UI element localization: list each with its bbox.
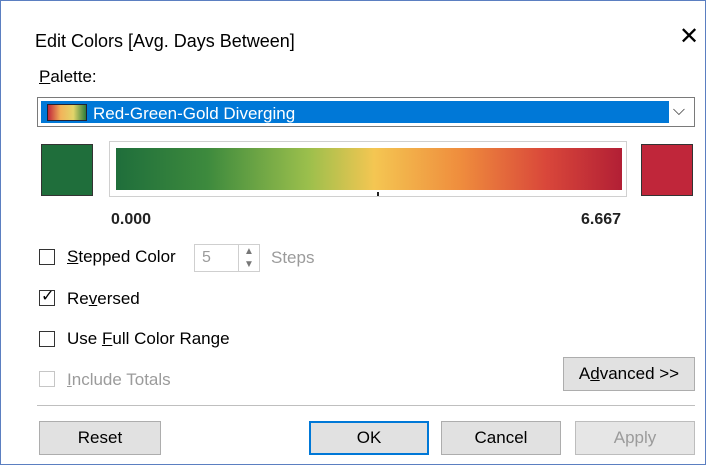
edit-colors-dialog: Edit Colors [Avg. Days Between] ✕ Palett… [0, 0, 706, 465]
close-icon[interactable]: ✕ [678, 25, 700, 49]
center-tick [377, 192, 379, 196]
palette-selected-value: Red-Green-Gold Diverging [93, 104, 296, 123]
range-max-value: 6.667 [581, 211, 622, 228]
reversed-label: Reversed [67, 289, 140, 308]
reversed-checkbox[interactable]: ✓ [39, 288, 55, 306]
apply-button: Apply [575, 421, 695, 455]
include-totals-label: Include Totals [67, 370, 171, 389]
color-gradient [116, 148, 622, 196]
chevron-down-icon[interactable]: ⌵ [668, 102, 690, 122]
start-color-swatch[interactable] [41, 144, 93, 196]
reset-button[interactable]: Reset [39, 421, 161, 455]
color-ramp [109, 141, 627, 197]
palette-swatch-icon [47, 104, 87, 121]
full-color-range-checkbox[interactable] [39, 331, 55, 347]
steps-value: 5 [202, 249, 211, 266]
cancel-button[interactable]: Cancel [441, 421, 561, 455]
stepper-arrows-icon[interactable]: ▲ ▼ [238, 245, 259, 271]
palette-dropdown[interactable]: Red-Green-Gold Diverging ⌵ [37, 97, 695, 127]
full-color-range-label: Use Full Color Range [67, 329, 230, 348]
steps-label: Steps [271, 248, 315, 267]
ok-button[interactable]: OK [309, 421, 429, 455]
stepped-color-label: Stepped Color [67, 247, 176, 266]
range-min-value: 0.000 [111, 211, 152, 228]
checkmark-icon: ✓ [41, 288, 55, 305]
stepped-color-checkbox[interactable] [39, 249, 55, 265]
palette-selection-highlight: Red-Green-Gold Diverging [41, 101, 669, 123]
end-color-swatch[interactable] [641, 144, 693, 196]
advanced-button[interactable]: Advanced >> [563, 357, 695, 391]
dialog-title: Edit Colors [Avg. Days Between] [35, 31, 295, 51]
steps-stepper[interactable]: 5 ▲ ▼ [194, 244, 260, 272]
divider [37, 405, 695, 406]
include-totals-checkbox [39, 371, 55, 387]
palette-label: Palette: [39, 67, 97, 86]
